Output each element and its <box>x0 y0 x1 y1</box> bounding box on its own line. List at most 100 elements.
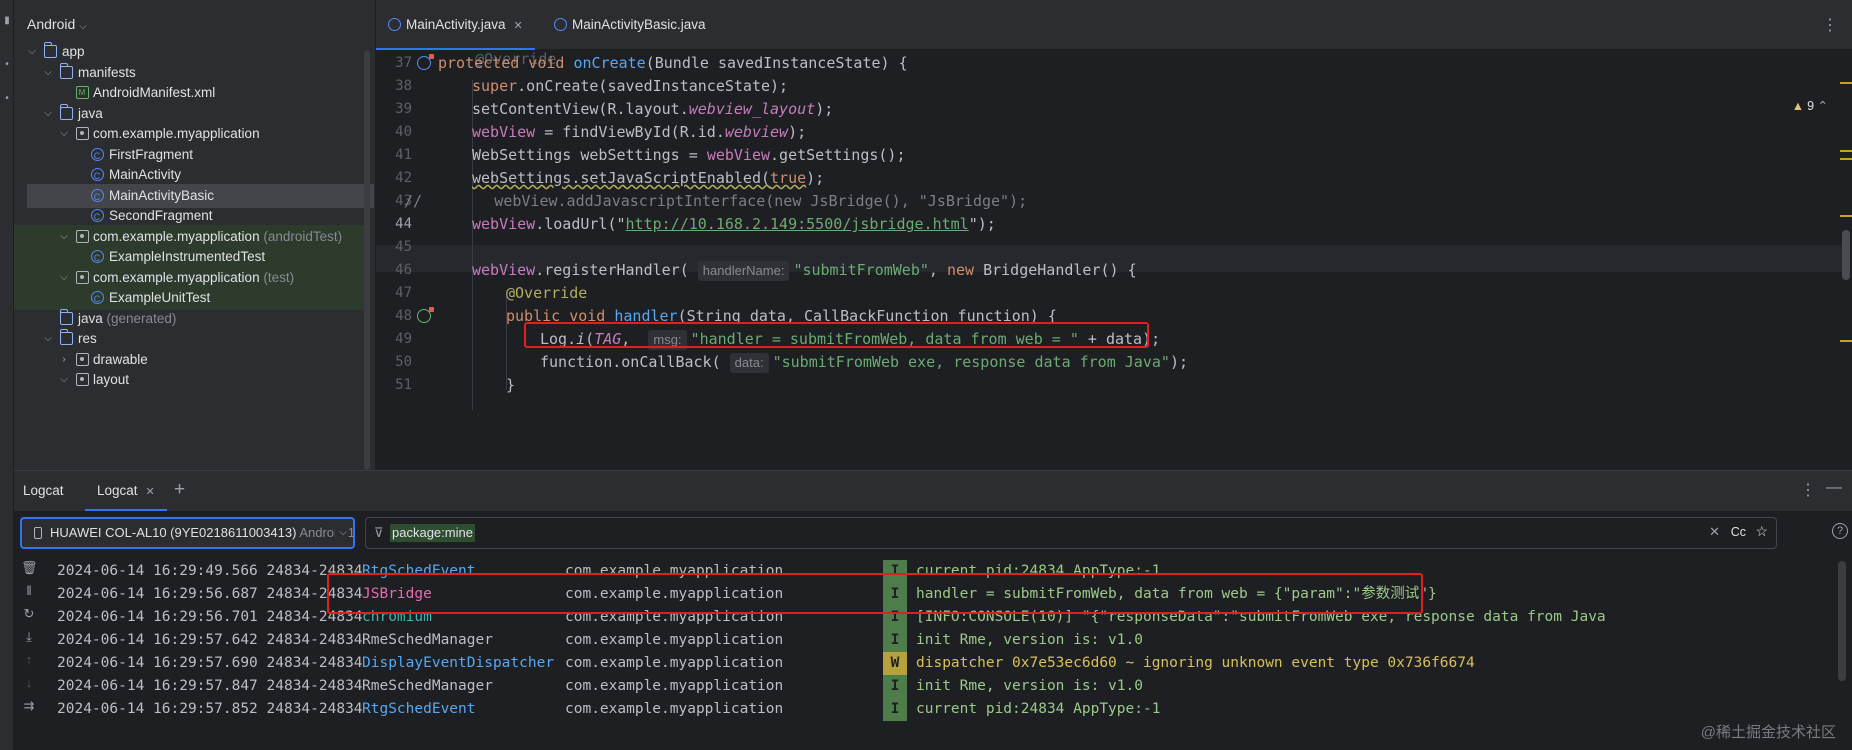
line-number: 38 <box>395 78 412 94</box>
folder-icon <box>60 329 73 345</box>
log-row[interactable]: 2024-06-14 16:29:57.690 24834-24834 Displ… <box>57 652 1852 675</box>
parameter-hint: handlerName: <box>697 261 790 281</box>
editor-scrollbar[interactable] <box>1842 230 1850 280</box>
package-icon <box>76 229 89 243</box>
highlight-box-log-call <box>524 322 1149 348</box>
minimize-icon[interactable]: — <box>1826 479 1842 497</box>
warning-icon: ▲ <box>1791 99 1805 113</box>
code-token: "submitFromWeb" <box>793 261 929 279</box>
manifest-file-icon <box>76 81 89 105</box>
code-token: .registerHandler( <box>535 261 698 279</box>
code-token: webview_layout <box>688 100 816 118</box>
tab-logcat[interactable]: Logcat ✕ <box>85 471 167 511</box>
error-stripe-mark[interactable] <box>1840 150 1852 152</box>
more-options-icon[interactable]: ⋮ <box>1822 15 1838 35</box>
phone-icon <box>34 527 42 539</box>
code-token: webView <box>706 146 771 164</box>
log-level-badge: I <box>883 698 907 721</box>
source-set-hint: (androidTest) <box>263 228 343 244</box>
code-url-link[interactable]: http://10.168.2.149:5500/jsbridge.html <box>626 215 969 233</box>
line-gutter: 37 38 39 40 41 42 43 44 45 46 47 48 49 5… <box>376 50 466 470</box>
tool-window-strip: ▮ • • <box>0 0 14 750</box>
tab-label: Logcat <box>23 483 64 498</box>
line-number: 48 <box>395 308 412 324</box>
project-view-selector[interactable]: Android ⌵ <box>27 16 87 32</box>
chevron-up-icon[interactable]: ⌃ <box>1818 99 1828 113</box>
clear-filter-icon[interactable]: ✕ <box>1709 524 1720 540</box>
project-tool-icon[interactable]: ▮ <box>2 14 12 28</box>
log-timestamp: 2024-06-14 16:29:56.687 24834-24834 <box>57 586 363 602</box>
error-stripe-mark[interactable] <box>1840 158 1852 160</box>
line-number: 42 <box>395 170 412 186</box>
log-row[interactable]: 2024-06-14 16:29:57.642 24834-24834 RmeSc… <box>57 629 1852 652</box>
log-timestamp: 2024-06-14 16:29:57.852 24834-24834 <box>57 701 363 717</box>
code-token: ); <box>788 123 807 141</box>
package-icon <box>76 352 89 366</box>
logcat-tool-title[interactable]: Logcat <box>23 471 64 511</box>
class-icon <box>91 185 104 209</box>
module-folder-icon <box>44 42 57 58</box>
class-icon <box>91 144 104 168</box>
logcat-filter-input[interactable]: ⊽ package:mine ✕ Cc ☆ <box>365 517 1777 549</box>
log-level-badge: W <box>883 652 907 675</box>
code-line-50: function.onCallBack( data: "submitFromWeb… <box>540 349 1188 376</box>
code-token: "submitFromWeb exe, response data from J… <box>772 353 1170 371</box>
code-token: super <box>472 77 518 95</box>
project-scrollbar[interactable] <box>364 50 370 470</box>
code-token: .loadUrl(" <box>535 215 626 233</box>
package-icon <box>76 373 89 386</box>
error-stripe-mark[interactable] <box>1840 215 1852 217</box>
more-options-icon[interactable]: ⋮ <box>1800 480 1816 500</box>
code-token: "); <box>968 215 996 233</box>
help-icon[interactable]: ? <box>1832 523 1848 539</box>
warnings-indicator[interactable]: ▲ 9 ⌃ <box>1792 98 1828 113</box>
tree-item-layout[interactable]: ⌵ layout <box>14 368 364 392</box>
code-token: new <box>946 261 975 279</box>
code-token: webView <box>472 215 536 233</box>
class-icon <box>91 164 104 188</box>
code-token: ); <box>806 169 825 187</box>
line-number: 47 <box>395 285 412 301</box>
warnings-count: 9 <box>1807 99 1815 113</box>
chevron-down-icon[interactable]: ⌵ <box>58 368 70 392</box>
close-icon[interactable]: ✕ <box>514 20 523 32</box>
tab-mainactivity[interactable]: MainActivity.java ✕ <box>376 0 535 50</box>
class-icon <box>91 205 104 229</box>
log-timestamp: 2024-06-14 16:29:57.847 24834-24834 <box>57 678 363 694</box>
log-package: com.example.myapplication <box>565 655 784 671</box>
error-stripe-mark[interactable] <box>1840 82 1852 84</box>
parameter-hint: data: <box>729 353 769 373</box>
error-stripe-mark[interactable] <box>1840 340 1852 342</box>
tree-item-label: java <box>78 310 103 326</box>
tab-label: Logcat <box>97 483 138 498</box>
class-icon <box>388 18 401 31</box>
code-line-44: webView.loadUrl("http://10.168.2.149:550… <box>472 211 996 238</box>
package-icon <box>76 127 89 140</box>
add-tab-icon[interactable]: + <box>174 479 185 501</box>
device-selector[interactable]: HUAWEI COL-AL10 (9YE0218611003413) Andro… <box>20 517 355 549</box>
structure-tool-icon[interactable]: • <box>2 92 12 106</box>
log-row[interactable]: 2024-06-14 16:29:57.847 24834-24834 RmeSc… <box>57 675 1852 698</box>
code-token: setContentView(R.layout. <box>472 100 689 118</box>
override-gutter-icon[interactable] <box>417 54 434 70</box>
code-token: .onCreate(savedInstanceState); <box>517 77 789 95</box>
close-icon[interactable]: ✕ <box>146 486 155 498</box>
line-number: 40 <box>395 124 412 140</box>
log-row[interactable]: 2024-06-14 16:29:57.852 24834-24834 RtgSc… <box>57 698 1852 721</box>
line-number: 50 <box>395 354 412 370</box>
line-number: 49 <box>395 331 412 347</box>
implement-gutter-icon[interactable] <box>417 307 434 323</box>
match-case-toggle[interactable]: Cc <box>1731 525 1746 539</box>
source-set-hint: (test) <box>263 269 295 285</box>
log-package: com.example.myapplication <box>565 678 784 694</box>
tab-mainactivitybasic[interactable]: MainActivityBasic.java <box>554 0 706 50</box>
line-number: 44 <box>395 216 412 232</box>
tree-item-label: com.example.myapplication <box>93 269 260 285</box>
filter-query: package:mine <box>390 524 475 542</box>
code-token: onCreate <box>573 54 646 72</box>
favorite-star-icon[interactable]: ☆ <box>1755 523 1768 540</box>
code-editor[interactable]: 37 38 39 40 41 42 43 44 45 46 47 48 49 5… <box>376 50 1852 470</box>
commit-tool-icon[interactable]: • <box>2 58 12 72</box>
logcat-scrollbar[interactable] <box>1838 561 1846 681</box>
code-token: function.onCallBack( <box>540 353 730 371</box>
